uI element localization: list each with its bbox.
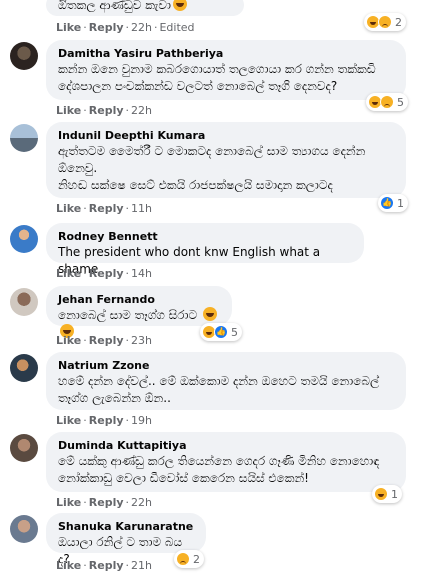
- avatar[interactable]: [10, 434, 38, 462]
- comment-actions: Like · Reply · 22h: [56, 496, 152, 509]
- author-name[interactable]: Jehan Fernando: [58, 292, 220, 307]
- avatar[interactable]: [10, 42, 38, 70]
- reply-link[interactable]: Reply: [89, 202, 124, 215]
- timestamp[interactable]: 19h: [131, 414, 152, 427]
- reactions-badge[interactable]: 2: [364, 13, 406, 31]
- avatar[interactable]: [10, 124, 38, 152]
- author-name[interactable]: Duminda Kuttapitiya: [58, 438, 394, 453]
- grinning-emoji-icon: [172, 0, 187, 11]
- comment-actions: Like · Reply · 23h: [56, 334, 152, 347]
- like-reaction-icon: [214, 325, 228, 339]
- author-name[interactable]: Shanuka Karunaratne: [58, 519, 194, 534]
- comment-actions: Like · Reply · 14h: [56, 267, 152, 280]
- reply-link[interactable]: Reply: [89, 334, 124, 347]
- reaction-count: 5: [231, 325, 238, 339]
- reactions-badge[interactable]: 5: [200, 323, 242, 341]
- sad-reaction-icon: [176, 552, 190, 566]
- author-name[interactable]: Rodney Bennett: [58, 229, 352, 244]
- comment-bubble: Shanuka Karunaratne ඔයාලා රනිල් ට තාම බය…: [46, 513, 206, 566]
- avatar[interactable]: [10, 515, 38, 543]
- haha-reaction-icon: [374, 487, 388, 501]
- comment-bubble: Jehan Fernando නොබෙල් සාම තෑග්ග සිරාට: [46, 286, 232, 338]
- author-name[interactable]: Natrium Zzone: [58, 358, 394, 373]
- sad-reaction-icon: [378, 15, 392, 29]
- author-name[interactable]: Indunil Deepthi Kumara: [58, 128, 394, 143]
- reactions-badge[interactable]: 5: [366, 93, 408, 111]
- comment-actions: Like · Reply · 22h: [56, 104, 152, 117]
- reply-link[interactable]: Reply: [89, 104, 124, 117]
- like-link[interactable]: Like: [56, 414, 81, 427]
- like-link[interactable]: Like: [56, 104, 81, 117]
- reactions-badge[interactable]: 1: [372, 485, 402, 503]
- timestamp[interactable]: 22h: [131, 104, 152, 117]
- comment-bubble: Damitha Yasiru Pathberiya කන්න ඔනෙ වුනාම…: [46, 40, 406, 100]
- reactions-badge[interactable]: 2: [174, 550, 204, 568]
- timestamp[interactable]: 23h: [131, 334, 152, 347]
- timestamp[interactable]: 14h: [131, 267, 152, 280]
- reaction-count: 1: [391, 487, 398, 501]
- reply-link[interactable]: Reply: [89, 267, 124, 280]
- timestamp[interactable]: 22h: [131, 21, 152, 34]
- comment-bubble: Rodney Bennett The president who dont kn…: [46, 223, 364, 276]
- comment-actions: Like · Reply · 21h: [56, 559, 152, 572]
- comment-bubble: Indunil Deepthi Kumara ඇත්තටම මෛත්රී ට ම…: [46, 122, 406, 198]
- like-link[interactable]: Like: [56, 21, 81, 34]
- comment-text: ඔිතකල ආණ්ඩුව කැවා: [58, 0, 171, 12]
- like-link[interactable]: Like: [56, 267, 81, 280]
- like-link[interactable]: Like: [56, 334, 81, 347]
- reply-link[interactable]: Reply: [89, 559, 124, 572]
- reaction-count: 2: [395, 15, 402, 29]
- like-reaction-icon: [380, 196, 394, 210]
- reply-link[interactable]: Reply: [89, 414, 124, 427]
- reaction-count: 1: [397, 196, 404, 210]
- author-name[interactable]: Damitha Yasiru Pathberiya: [58, 46, 394, 61]
- timestamp[interactable]: 22h: [131, 496, 152, 509]
- comment-text: හමේ දන්න දේවල්.. මේ ඔක්කොම දන්න ඔහෙට තමය…: [58, 374, 380, 405]
- like-link[interactable]: Like: [56, 559, 81, 572]
- timestamp[interactable]: 11h: [131, 202, 152, 215]
- like-link[interactable]: Like: [56, 496, 81, 509]
- comment-bubble: Natrium Zzone හමේ දන්න දේවල්.. මේ ඔක්කොම…: [46, 352, 406, 410]
- reactions-badge[interactable]: 1: [378, 194, 408, 212]
- sad-reaction-icon: [380, 95, 394, 109]
- comment-text: කන්න ඔනෙ වුනාම කබරගොයාත් තලගොයා කර ගන්න …: [58, 62, 376, 93]
- comment-text: මේ යක්කු ආණ්ඩු කරල තියෙන්නෙ ගෙදර ගෑණි මි…: [58, 454, 380, 485]
- like-link[interactable]: Like: [56, 202, 81, 215]
- edited-label: Edited: [159, 21, 195, 34]
- avatar[interactable]: [10, 354, 38, 382]
- comment-bubble: ඔිතකල ආණ්ඩුව කැවා: [46, 0, 244, 16]
- comment-bubble: Duminda Kuttapitiya මේ යක්කු ආණ්ඩු කරල ත…: [46, 432, 406, 492]
- comment-text: ඇත්තටම මෛත්රී ට මොකටද නොබෙල් සාම ත්‍යාගය…: [58, 144, 366, 175]
- reaction-count: 5: [397, 95, 404, 109]
- reply-link[interactable]: Reply: [89, 496, 124, 509]
- comment-actions: Like · Reply · 19h: [56, 414, 152, 427]
- avatar[interactable]: [10, 225, 38, 253]
- avatar[interactable]: [10, 288, 38, 316]
- comment-actions: Like · Reply · 11h: [56, 202, 152, 215]
- reply-link[interactable]: Reply: [89, 21, 124, 34]
- comment-actions: Like · Reply · 22h · Edited: [56, 21, 195, 34]
- comment-text-line: නිහඬ සක්ෂෙ සෙට් එකයි රාජපක්ෂලයි සමාදාන ක…: [58, 178, 333, 192]
- reaction-count: 2: [193, 552, 200, 566]
- laughing-emoji-icon: [202, 307, 217, 321]
- timestamp[interactable]: 21h: [131, 559, 152, 572]
